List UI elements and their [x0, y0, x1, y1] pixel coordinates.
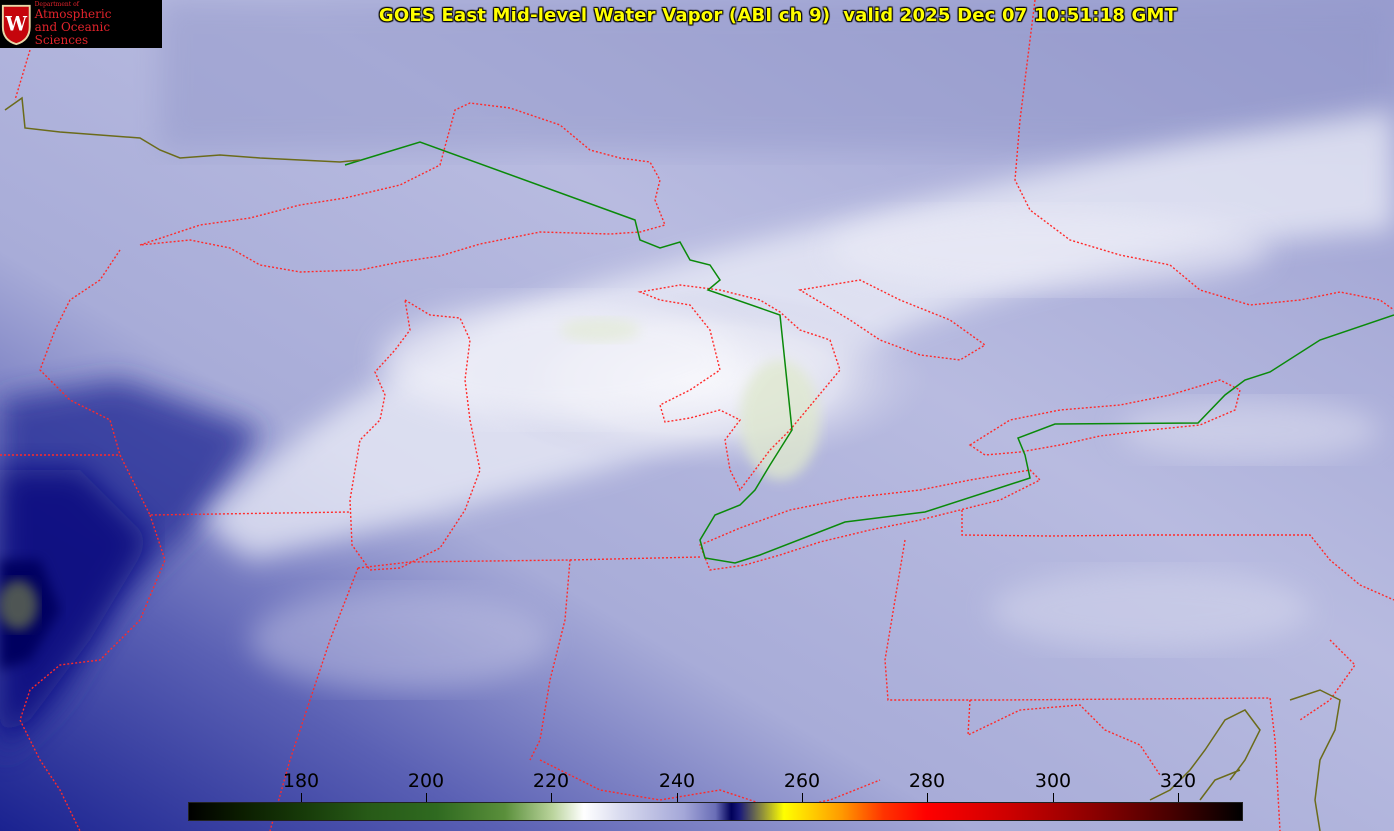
logo-text: Department of Atmospheric and Oceanic Sc…: [35, 1, 162, 47]
colorbar-tick-label: 180: [282, 770, 320, 792]
map-title: GOES East Mid-level Water Vapor (ABI ch …: [378, 5, 1178, 26]
colorbar-tick-label: 260: [783, 770, 821, 792]
colorbar-tick-label: 280: [908, 770, 946, 792]
colorbar: 180 200 220 240 260 280 300 320: [0, 760, 1394, 831]
colorbar-tick-label: 320: [1159, 770, 1197, 792]
colorbar-tick-label: 220: [532, 770, 570, 792]
colorbar-gradient: [188, 802, 1243, 821]
logo-line2: and Oceanic Sciences: [34, 20, 111, 47]
uw-aos-logo: W Department of Atmospheric and Oceanic …: [0, 0, 162, 48]
colorbar-tick-label: 240: [658, 770, 696, 792]
colorbar-tick-label: 200: [407, 770, 445, 792]
uw-crest-icon: W: [1, 4, 31, 46]
water-vapor-map: [0, 0, 1394, 831]
colorbar-tick-label: 300: [1034, 770, 1072, 792]
crest-letter: W: [5, 13, 28, 36]
